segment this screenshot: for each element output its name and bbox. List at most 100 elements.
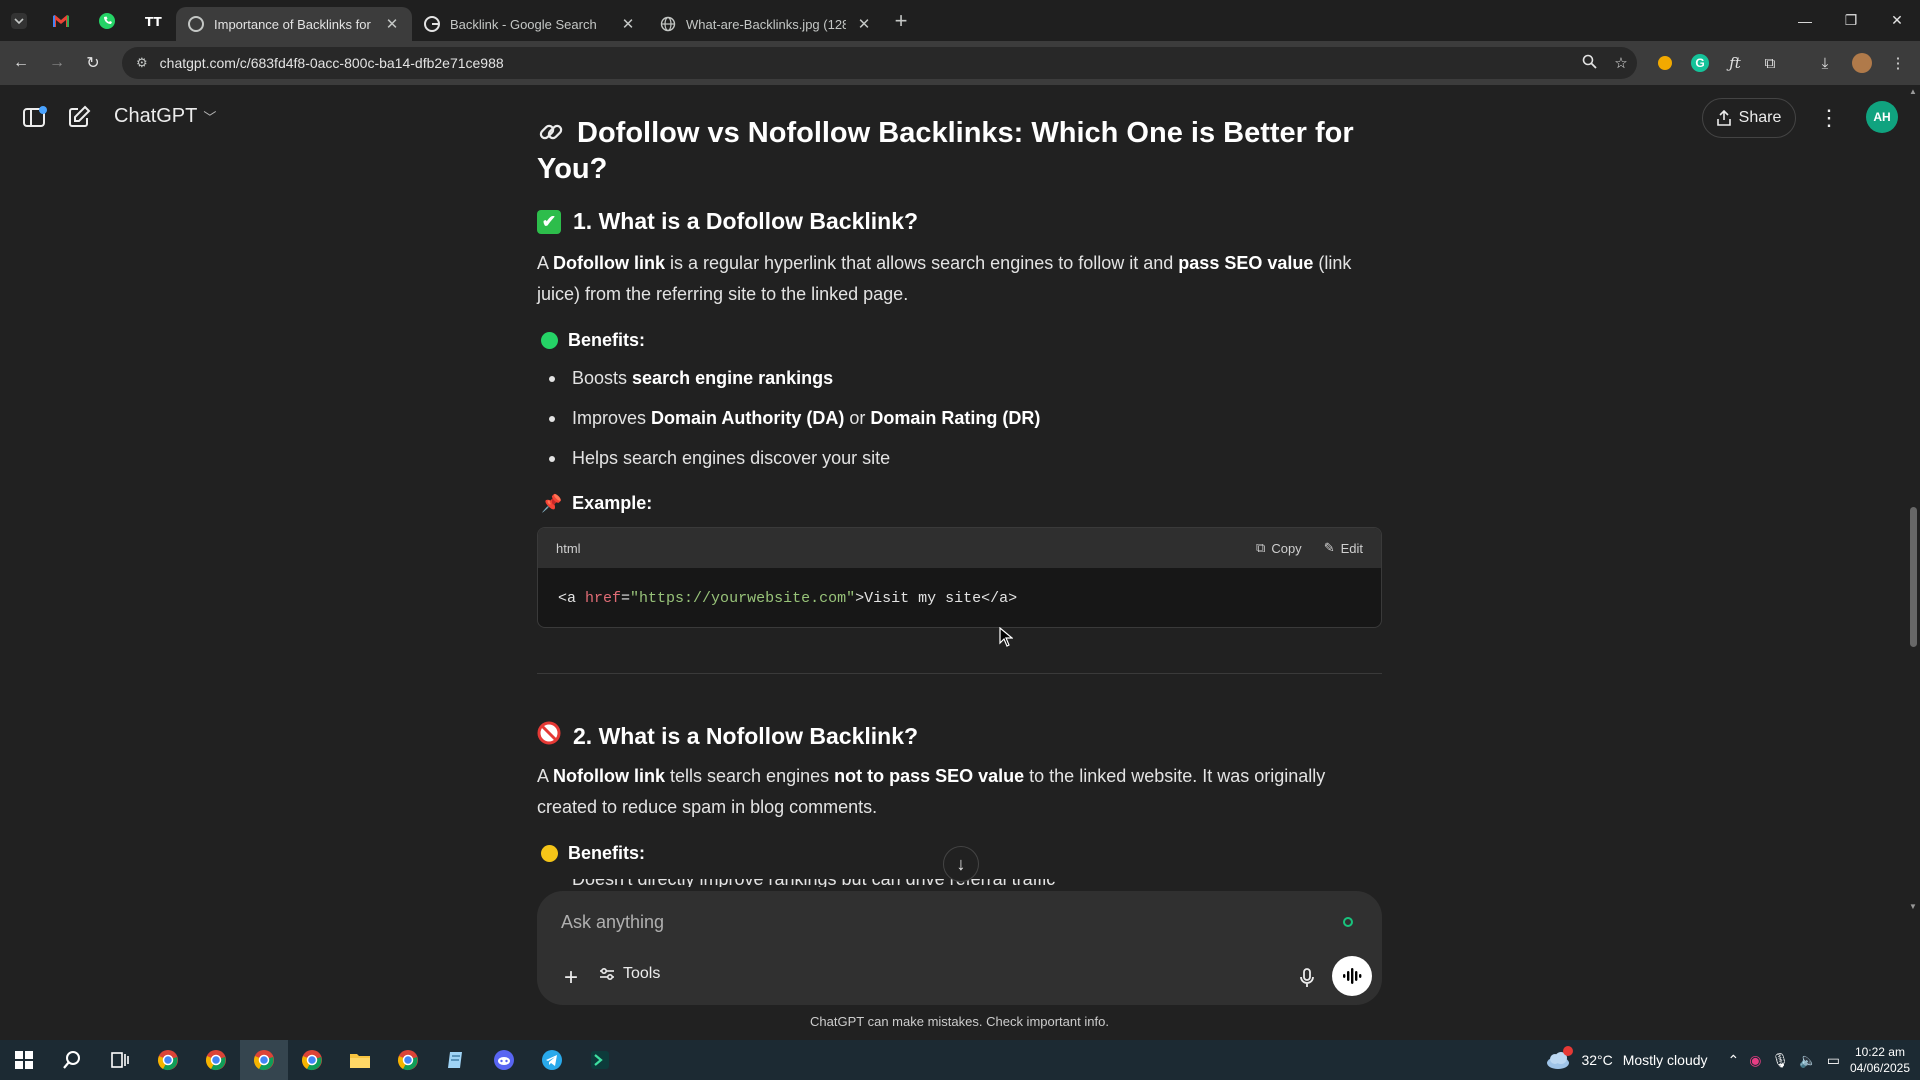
text-run: A bbox=[537, 766, 554, 786]
section2-heading-text: 2. What is a Nofollow Backlink? bbox=[573, 722, 919, 749]
copy-icon: ⧉ bbox=[1256, 540, 1266, 555]
share-button[interactable]: Share bbox=[1702, 98, 1796, 138]
text-bold: pass SEO value bbox=[1178, 253, 1314, 273]
tray-microphone-icon[interactable]: 🎙 bbox=[1771, 1052, 1789, 1069]
edit-code-button[interactable]: ✎ Edit bbox=[1324, 540, 1363, 556]
address-bar[interactable]: ⚙ chatgpt.com/c/683fd4f8-0acc-800c-ba14-… bbox=[122, 47, 1637, 79]
scroll-down-small-arrow-icon[interactable]: ▼ bbox=[1909, 902, 1917, 911]
browser-toolbar: ← → ↻ ⚙ chatgpt.com/c/683fd4f8-0acc-800c… bbox=[0, 41, 1920, 85]
close-tab-icon[interactable]: ✕ bbox=[384, 15, 400, 33]
list-item: Boosts search engine rankings bbox=[537, 368, 1040, 389]
scroll-down-arrow-icon[interactable]: ↓ bbox=[943, 846, 979, 882]
voice-mode-button[interactable] bbox=[1332, 956, 1372, 996]
weather-cloud-icon[interactable] bbox=[1545, 1046, 1574, 1070]
notepad-icon[interactable] bbox=[432, 1040, 480, 1080]
code-language: html bbox=[556, 540, 581, 556]
download-icon[interactable]: ⤓ bbox=[1809, 47, 1841, 79]
list-item: Helps search engines discover your site bbox=[537, 448, 1040, 469]
taskbar-search-icon[interactable] bbox=[48, 1040, 96, 1080]
browser-tab-2[interactable]: Backlink - Google Search ✕ bbox=[412, 7, 648, 41]
attach-plus-icon[interactable]: + bbox=[554, 961, 588, 995]
network-icon[interactable]: ▭ bbox=[1827, 1052, 1840, 1069]
chrome-taskbar-icon[interactable] bbox=[144, 1040, 192, 1080]
benefits-label-text: Benefits: bbox=[568, 843, 646, 863]
zoom-icon[interactable] bbox=[1573, 54, 1605, 73]
record-icon[interactable]: ◉ bbox=[1749, 1052, 1761, 1069]
close-tab-icon[interactable]: ✕ bbox=[620, 15, 636, 33]
url-text: chatgpt.com/c/683fd4f8-0acc-800c-ba14-df… bbox=[159, 55, 504, 71]
code-content[interactable]: <a href="https://yourwebsite.com">Visit … bbox=[538, 568, 1381, 627]
pinned-tab-whatsapp[interactable] bbox=[84, 6, 130, 36]
pinned-tab-gmail[interactable] bbox=[38, 6, 84, 36]
forward-arrow-icon[interactable]: → bbox=[42, 48, 72, 78]
pencil-icon: ✎ bbox=[1323, 540, 1335, 555]
model-selector[interactable]: ChatGPT ﹀ bbox=[114, 105, 216, 128]
extensions-puzzle-icon[interactable]: ⧉ bbox=[1754, 47, 1786, 79]
tab-title: Backlink - Google Search bbox=[450, 16, 597, 32]
terminal-app-icon[interactable] bbox=[576, 1040, 624, 1080]
user-avatar[interactable]: AH bbox=[1866, 101, 1898, 133]
file-explorer-icon[interactable] bbox=[336, 1040, 384, 1080]
telegram-icon[interactable] bbox=[528, 1040, 576, 1080]
more-options-icon[interactable]: ⋮ bbox=[1812, 101, 1846, 135]
chrome-taskbar-icon-active[interactable] bbox=[240, 1040, 288, 1080]
temperature-text: 32°C bbox=[1581, 1052, 1613, 1068]
restore-icon[interactable]: ❐ bbox=[1828, 0, 1874, 41]
sliders-icon bbox=[600, 967, 614, 981]
clock[interactable]: 10:22 am 04/06/2025 bbox=[1850, 1044, 1910, 1076]
font-extension-icon[interactable]: ƒt bbox=[1719, 47, 1751, 79]
text-bold: search engine rankings bbox=[632, 368, 834, 388]
window-controls: — ❐ ✕ bbox=[1782, 0, 1920, 41]
minimize-icon[interactable]: — bbox=[1782, 0, 1828, 41]
discord-icon[interactable] bbox=[480, 1040, 528, 1080]
scroll-up-arrow-icon[interactable]: ▲ bbox=[1909, 87, 1917, 96]
chrome-taskbar-icon[interactable] bbox=[192, 1040, 240, 1080]
system-tray: 32°C Mostly cloudy ⌃ ◉ 🎙 🔈 ▭ 10:22 am 04… bbox=[1545, 1040, 1920, 1080]
back-arrow-icon[interactable]: ← bbox=[6, 48, 36, 78]
windows-start-icon[interactable] bbox=[0, 1040, 48, 1080]
new-tab-plus-icon[interactable]: + bbox=[884, 8, 918, 34]
section1-benefits-label: Benefits: bbox=[541, 330, 645, 351]
text-run: or bbox=[844, 408, 871, 428]
close-window-icon[interactable]: ✕ bbox=[1874, 0, 1920, 41]
sidebar-toggle-icon[interactable] bbox=[20, 102, 50, 132]
page-scrollbar[interactable]: ▲ ▼ bbox=[1906, 85, 1920, 1040]
weather-alert-badge bbox=[1563, 1046, 1574, 1056]
grammarly-icon[interactable]: G bbox=[1684, 47, 1716, 79]
bookmark-star-icon[interactable]: ☆ bbox=[1605, 54, 1637, 72]
prompt-input[interactable]: Ask anything bbox=[561, 912, 664, 933]
tools-button[interactable]: Tools bbox=[599, 965, 660, 983]
microphone-icon[interactable] bbox=[1290, 961, 1324, 995]
text-run: tells search engines bbox=[665, 766, 835, 786]
copy-code-button[interactable]: ⧉ Copy bbox=[1256, 540, 1302, 556]
profile-avatar-icon[interactable] bbox=[1846, 47, 1878, 79]
chrome-taskbar-icon[interactable] bbox=[288, 1040, 336, 1080]
pinned-tab-app[interactable]: TT bbox=[130, 6, 176, 36]
text-bold: Nofollow link bbox=[553, 766, 666, 786]
mouse-cursor-icon bbox=[999, 627, 1013, 647]
edit-label: Edit bbox=[1340, 540, 1363, 556]
scrollbar-thumb[interactable] bbox=[1910, 507, 1917, 647]
code-token: <a bbox=[558, 590, 586, 607]
time-text: 10:22 am bbox=[1854, 1045, 1905, 1059]
tab-title: What-are-Backlinks.jpg (1282× bbox=[686, 16, 846, 32]
site-info-icon[interactable]: ⚙ bbox=[136, 55, 148, 71]
volume-icon[interactable]: 🔈 bbox=[1799, 1052, 1816, 1069]
green-circle-icon bbox=[541, 332, 558, 349]
chrome-taskbar-icon[interactable] bbox=[384, 1040, 432, 1080]
reload-icon[interactable]: ↻ bbox=[78, 48, 108, 78]
browser-tab-1[interactable]: Importance of Backlinks for SEO ✕ bbox=[176, 7, 412, 41]
browser-menu-icon[interactable]: ⋮ bbox=[1882, 47, 1914, 79]
show-hidden-icons-chevron-icon[interactable]: ⌃ bbox=[1728, 1052, 1740, 1069]
close-tab-icon[interactable]: ✕ bbox=[856, 15, 872, 33]
new-chat-edit-icon[interactable] bbox=[64, 102, 94, 132]
extension-icon[interactable] bbox=[1649, 47, 1681, 79]
section2-benefits-label: Benefits: bbox=[541, 843, 645, 864]
tab-search-chevron-icon[interactable] bbox=[0, 6, 38, 36]
date-text: 04/06/2025 bbox=[1849, 1061, 1910, 1075]
text-run: is a regular hyperlink that allows searc… bbox=[665, 253, 1179, 273]
waveform-icon bbox=[1343, 968, 1362, 984]
task-view-icon[interactable] bbox=[96, 1040, 144, 1080]
yellow-circle-icon bbox=[541, 845, 558, 862]
browser-tab-3[interactable]: What-are-Backlinks.jpg (1282× ✕ bbox=[648, 7, 884, 41]
